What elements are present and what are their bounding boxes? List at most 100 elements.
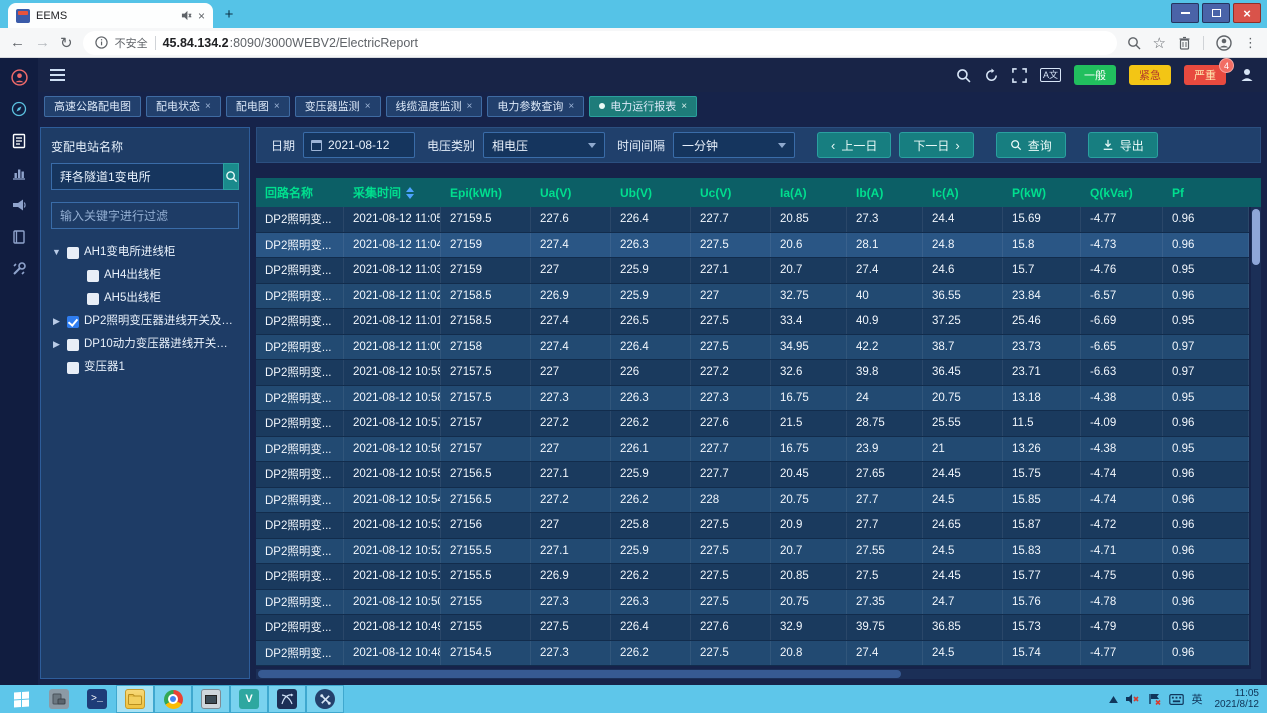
prev-day-button[interactable]: ‹上一日 <box>817 132 891 158</box>
module-tab-4[interactable]: 线缆温度监测× <box>386 96 483 117</box>
column-header-epikwh[interactable]: Epi(kWh) <box>441 186 531 200</box>
table-row[interactable]: DP2照明变...2021-08-12 11:0127158.5227.4226… <box>256 309 1249 335</box>
table-row[interactable]: DP2照明变...2021-08-12 11:0327159227225.922… <box>256 258 1249 284</box>
station-search-button[interactable] <box>223 163 239 190</box>
tab-close-icon[interactable]: × <box>568 101 574 112</box>
tree-node-5[interactable]: 变压器1 <box>51 356 239 379</box>
forward-icon[interactable]: → <box>35 34 50 51</box>
tree-node-0[interactable]: ▼AH1变电所进线柜 <box>51 241 239 264</box>
column-header-iaa[interactable]: Ia(A) <box>771 186 847 200</box>
interval-select[interactable]: 一分钟 <box>673 132 795 158</box>
translate-icon[interactable]: A文 <box>1040 68 1061 82</box>
profile-avatar-icon[interactable] <box>1216 35 1232 51</box>
curve-app-icon[interactable] <box>268 685 306 713</box>
column-header-ucv[interactable]: Uc(V) <box>691 186 771 200</box>
vertical-scrollbar-thumb[interactable] <box>1252 209 1260 265</box>
fullscreen-icon[interactable] <box>1012 68 1027 83</box>
next-day-button[interactable]: 下一日› <box>899 132 973 158</box>
monitor-app-icon[interactable] <box>192 685 230 713</box>
tree-checkbox[interactable] <box>87 293 99 305</box>
user-avatar-icon[interactable] <box>10 68 28 86</box>
user-icon[interactable] <box>1239 67 1255 83</box>
horizontal-scrollbar-thumb[interactable] <box>258 670 901 678</box>
vertical-scrollbar[interactable] <box>1251 207 1261 669</box>
tab-close-icon[interactable]: × <box>198 9 205 23</box>
tree-checkbox[interactable] <box>67 339 79 351</box>
table-row[interactable]: DP2照明变...2021-08-12 10:5927157.522722622… <box>256 360 1249 386</box>
table-row[interactable]: DP2照明变...2021-08-12 11:0527159.5227.6226… <box>256 207 1249 233</box>
tab-close-icon[interactable]: × <box>467 101 473 112</box>
tools-app-icon[interactable] <box>306 685 344 713</box>
tree-node-2[interactable]: AH5出线柜 <box>51 287 239 310</box>
ime-language-label[interactable]: 英 <box>1192 691 1203 707</box>
horizontal-scrollbar[interactable] <box>256 669 1261 679</box>
map-compass-icon[interactable] <box>10 100 28 118</box>
page-info-icon[interactable] <box>95 36 108 49</box>
new-tab-button[interactable]: + <box>217 2 241 26</box>
tree-checkbox[interactable] <box>67 247 79 259</box>
tab-close-icon[interactable]: × <box>365 101 371 112</box>
powershell-icon[interactable]: >_ <box>78 685 116 713</box>
voltage-type-select[interactable]: 相电压 <box>483 132 605 158</box>
wps-icon[interactable]: V <box>230 685 268 713</box>
tab-close-icon[interactable]: × <box>681 101 687 112</box>
tree-checkbox[interactable] <box>87 270 99 282</box>
column-header-ubv[interactable]: Ub(V) <box>611 186 691 200</box>
station-search-input[interactable] <box>51 163 223 190</box>
table-row[interactable]: DP2照明变...2021-08-12 10:5127155.5226.9226… <box>256 564 1249 590</box>
taskbar-clock[interactable]: 11:05 2021/8/12 <box>1211 688 1260 711</box>
alarm-megaphone-icon[interactable] <box>10 196 28 214</box>
query-button[interactable]: 查询 <box>996 132 1066 158</box>
module-tab-0[interactable]: 高速公路配电图 <box>44 96 141 117</box>
alarm-critical-button[interactable]: 严重 4 <box>1184 65 1226 85</box>
ime-keyboard-icon[interactable] <box>1169 694 1184 705</box>
module-tab-1[interactable]: 配电状态× <box>146 96 221 117</box>
url-field[interactable]: 不安全 45.84.134.2 :8090/3000WEBV2/Electric… <box>83 31 1117 55</box>
tree-node-4[interactable]: ▶DP10动力变压器进线开关及控制室 <box>51 333 239 356</box>
tab-audio-icon[interactable] <box>181 10 192 21</box>
column-header-ica[interactable]: Ic(A) <box>923 186 1003 200</box>
table-row[interactable]: DP2照明变...2021-08-12 11:0227158.5226.9225… <box>256 284 1249 310</box>
chrome-taskbar-icon[interactable] <box>154 685 192 713</box>
trash-icon[interactable] <box>1178 36 1191 50</box>
column-header-qkvar[interactable]: Q(kVar) <box>1081 186 1163 200</box>
refresh-icon[interactable] <box>984 68 999 83</box>
table-row[interactable]: DP2照明变...2021-08-12 11:0027158227.4226.4… <box>256 335 1249 361</box>
column-header-uav[interactable]: Ua(V) <box>531 186 611 200</box>
table-row[interactable]: DP2照明变...2021-08-12 10:5327156227225.822… <box>256 513 1249 539</box>
tree-expand-icon[interactable]: ▶ <box>51 333 62 356</box>
table-row[interactable]: DP2照明变...2021-08-12 10:4827154.5227.3226… <box>256 641 1249 667</box>
back-icon[interactable]: ← <box>10 34 25 51</box>
date-picker[interactable]: 2021-08-12 <box>303 132 415 158</box>
tray-expand-icon[interactable] <box>1109 696 1118 703</box>
sort-icon[interactable] <box>406 187 414 199</box>
volume-muted-icon[interactable] <box>1126 693 1140 705</box>
search-icon[interactable] <box>956 68 971 83</box>
alarm-urgent-button[interactable]: 紧急 <box>1129 65 1171 85</box>
table-row[interactable]: DP2照明变...2021-08-12 10:5527156.5227.1225… <box>256 462 1249 488</box>
module-tab-3[interactable]: 变压器监测× <box>295 96 381 117</box>
file-explorer-icon[interactable] <box>116 685 154 713</box>
module-tab-5[interactable]: 电力参数查询× <box>487 96 584 117</box>
tree-checkbox[interactable] <box>67 316 79 328</box>
start-button[interactable] <box>2 685 40 713</box>
report-list-icon[interactable] <box>10 132 28 150</box>
column-header-pf[interactable]: Pf <box>1163 186 1249 200</box>
table-row[interactable]: DP2照明变...2021-08-12 10:5027155227.3226.3… <box>256 590 1249 616</box>
tree-node-3[interactable]: ▶DP2照明变压器进线开关及控制室 <box>51 310 239 333</box>
server-manager-icon[interactable] <box>40 685 78 713</box>
column-header-[interactable]: 采集时间 <box>344 184 441 201</box>
tab-close-icon[interactable]: × <box>274 101 280 112</box>
close-button[interactable]: × <box>1233 3 1261 23</box>
column-header-iba[interactable]: Ib(A) <box>847 186 923 200</box>
table-row[interactable]: DP2照明变...2021-08-12 10:5427156.5227.2226… <box>256 488 1249 514</box>
tree-checkbox[interactable] <box>67 362 79 374</box>
minimize-button[interactable] <box>1171 3 1199 23</box>
browser-tab[interactable]: EEMS × <box>8 3 213 28</box>
tree-expand-icon[interactable]: ▶ <box>51 310 62 333</box>
table-row[interactable]: DP2照明变...2021-08-12 11:0427159227.4226.3… <box>256 233 1249 259</box>
table-row[interactable]: DP2照明变...2021-08-12 10:4927155227.5226.4… <box>256 615 1249 641</box>
maximize-button[interactable] <box>1202 3 1230 23</box>
browser-menu-icon[interactable]: ⋮ <box>1244 35 1257 51</box>
tools-wrench-icon[interactable] <box>10 260 28 278</box>
